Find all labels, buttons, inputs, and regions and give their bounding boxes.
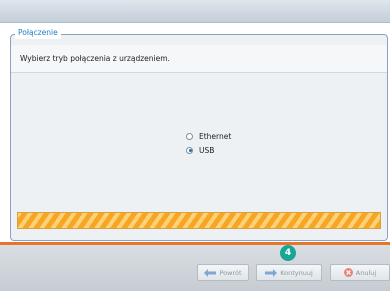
radio-label-usb: USB: [199, 145, 215, 155]
connection-group: Wybierz tryb połączenia z urządzeniem. E…: [10, 34, 388, 241]
cancel-x-icon: [343, 268, 353, 277]
step-badge: 4: [280, 245, 296, 261]
group-legend: Połączenie: [15, 27, 61, 39]
progress-fill: [18, 213, 380, 228]
back-button[interactable]: Powrót: [197, 264, 249, 281]
radio-usb[interactable]: USB: [186, 143, 231, 157]
connection-options: Ethernet USB: [186, 129, 231, 157]
instruction-text: Wybierz tryb połączenia z urządzeniem.: [11, 45, 387, 73]
radio-label-ethernet: Ethernet: [199, 131, 232, 141]
cancel-button-label: Anuluj: [355, 268, 377, 277]
window-titlebar: [0, 0, 390, 23]
progress-bar: [17, 212, 381, 229]
radio-ethernet[interactable]: Ethernet: [186, 129, 231, 143]
arrow-left-icon: [204, 268, 217, 277]
continue-button-label: Kontynuuj: [280, 268, 313, 277]
arrow-right-icon: [265, 268, 278, 277]
radio-button-ethernet[interactable]: [186, 132, 193, 140]
continue-button[interactable]: Kontynuuj: [256, 264, 322, 281]
back-button-label: Powrót: [219, 268, 242, 277]
cancel-button[interactable]: Anuluj: [330, 264, 390, 281]
radio-button-usb[interactable]: [186, 146, 193, 154]
